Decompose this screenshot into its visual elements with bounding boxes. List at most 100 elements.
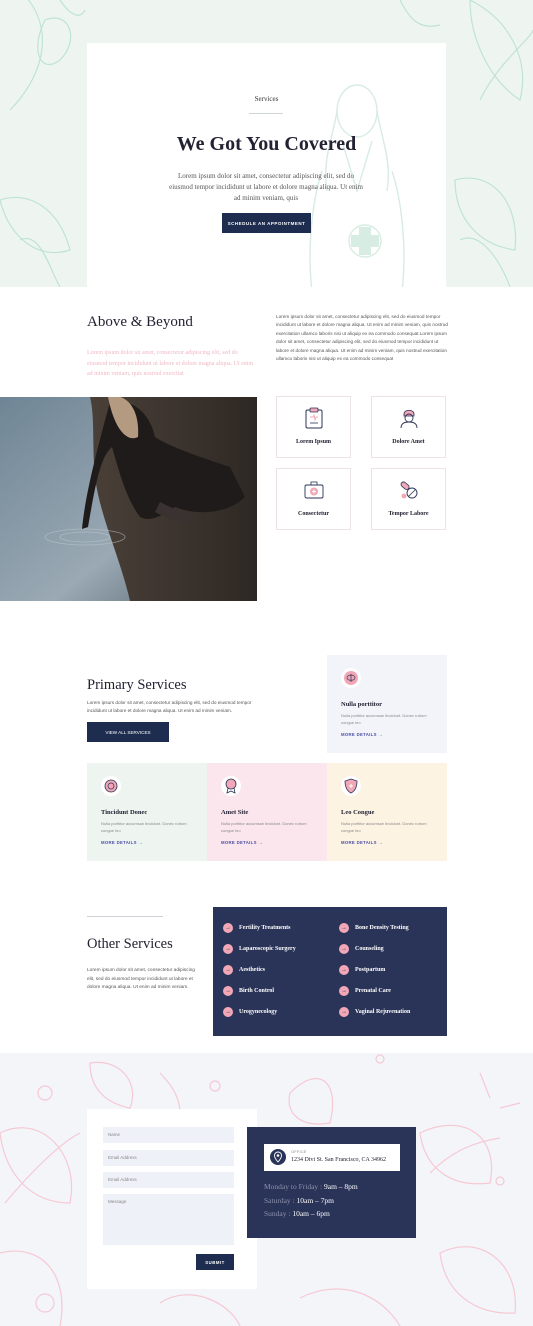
hours-time: 10am – 7pm <box>296 1196 335 1205</box>
service-item-label: Birth Control <box>239 988 275 994</box>
feature-tempor-labore[interactable]: Tempor Labore <box>371 468 446 530</box>
other-services-list: → Fertility Treatments → Laparoscopic Surg… <box>213 907 447 1036</box>
other-services-title: Other Services <box>87 936 173 952</box>
contact-form: Name Email Address Email Address Message… <box>87 1109 257 1289</box>
feature-dolore-amet[interactable]: Dolore Amet <box>371 396 446 458</box>
service-item-label: Postpartum <box>355 967 386 973</box>
arrow-right-icon: → <box>223 1007 233 1017</box>
hero-card: Services We Got You Covered Lorem ipsum … <box>87 43 446 287</box>
above-beyond-body: Lorem ipsum dolor sit amet, consectetur … <box>276 314 448 362</box>
service-item[interactable]: → Vaginal Rejuvenation <box>339 1006 410 1018</box>
hours-time: 10am – 6pm <box>292 1209 330 1218</box>
service-card-tincidunt-donec[interactable]: Tincidunt Donec Nulla porttitor accumsan… <box>87 763 207 861</box>
service-item[interactable]: → Counseling <box>339 943 384 955</box>
hours-day: Saturday <box>264 1196 291 1205</box>
more-details-link[interactable]: MORE DETAILS → <box>341 840 383 845</box>
feature-label: Lorem Ipsum <box>295 439 332 445</box>
hours-saturday: Saturday : 10am – 7pm <box>264 1196 335 1205</box>
hero-text: Lorem ipsum dolor sit amet, consectetur … <box>169 172 363 202</box>
service-item-label: Counseling <box>355 946 384 952</box>
submit-button[interactable]: SUBMIT <box>196 1254 234 1270</box>
service-card-nulla-porttitor[interactable]: Nulla porttitor Nulla porttitor accumsan… <box>327 655 447 753</box>
hero-eyebrow: Services <box>254 95 279 103</box>
service-text: Nulla porttitor accumsan tincidunt. Done… <box>221 821 307 833</box>
service-item-label: Vaginal Rejuvenation <box>355 1009 411 1015</box>
address-card: OFFICE 1234 Divi St. San Francisco, CA 3… <box>264 1144 400 1171</box>
service-title: Tincidunt Donec <box>101 809 148 816</box>
hero-divider <box>249 113 283 114</box>
address-label: OFFICE <box>291 1150 307 1154</box>
service-item-label: Laparoscopic Surgery <box>239 946 296 952</box>
arrow-right-icon: → <box>223 923 233 933</box>
arrow-right-icon: → <box>339 965 349 975</box>
service-title: Nulla porttitor <box>341 701 382 708</box>
arrow-right-icon: → <box>223 944 233 954</box>
hours-day: Monday to Friday <box>264 1182 319 1191</box>
above-beyond-intro: Lorem ipsum dolor sit amet, consectetur … <box>87 350 254 377</box>
location-pin-icon <box>270 1149 286 1165</box>
more-details-link[interactable]: MORE DETAILS → <box>101 840 143 845</box>
service-item[interactable]: → Bone Density Testing <box>339 922 409 934</box>
more-details-link[interactable]: MORE DETAILS → <box>221 840 263 845</box>
service-card-amet-site[interactable]: Amet Site Nulla porttitor accumsan tinci… <box>207 763 327 861</box>
hours-day: Sunday <box>264 1209 287 1218</box>
schedule-appointment-button[interactable]: SCHEDULE AN APPOINTMENT <box>222 213 311 233</box>
service-text: Nulla porttitor accumsan tincidunt. Done… <box>341 713 427 725</box>
name-field[interactable]: Name <box>103 1127 234 1143</box>
service-item-label: Prenatal Care <box>355 988 391 994</box>
other-services-rule <box>87 916 163 917</box>
service-item-label: Bone Density Testing <box>355 925 409 931</box>
service-item[interactable]: → Birth Control <box>223 985 274 997</box>
nurse-icon <box>400 409 418 429</box>
clipboard-icon <box>305 407 323 429</box>
service-title: Leo Congue <box>341 809 375 816</box>
service-item[interactable]: → Laparoscopic Surgery <box>223 943 296 955</box>
hours-time: 9am – 8pm <box>324 1182 358 1191</box>
woman-by-water-image <box>0 397 257 601</box>
service-card-leo-congue[interactable]: Leo Congue Nulla porttitor accumsan tinc… <box>327 763 447 861</box>
arrow-right-icon: → <box>339 923 349 933</box>
hours-weekday: Monday to Friday : 9am – 8pm <box>264 1182 358 1191</box>
arrow-right-icon: → <box>339 1007 349 1017</box>
arrow-right-icon: → <box>223 965 233 975</box>
hours-sunday: Sunday : 10am – 6pm <box>264 1209 330 1218</box>
message-field[interactable]: Message <box>103 1194 234 1245</box>
service-item-label: Fertility Treatments <box>239 925 291 931</box>
pills-icon <box>400 481 418 499</box>
email-field-secondary[interactable]: Email Address <box>103 1172 234 1188</box>
brain-icon <box>341 668 361 688</box>
shield-icon <box>341 776 361 796</box>
feature-consectetur[interactable]: Consectetur <box>276 468 351 530</box>
address-value: 1234 Divi St. San Francisco, CA 34962 <box>291 1157 387 1163</box>
feature-label: Consectetur <box>298 511 329 517</box>
arrow-right-icon: → <box>339 944 349 954</box>
service-item[interactable]: → Aesthetics <box>223 964 265 976</box>
feature-label: Tempor Labore <box>388 511 429 517</box>
feature-label: Dolore Amet <box>392 439 425 445</box>
service-item[interactable]: → Fertility Treatments <box>223 922 290 934</box>
contact-info-panel: OFFICE 1234 Divi St. San Francisco, CA 3… <box>247 1127 416 1238</box>
hero-title: We Got You Covered <box>176 133 357 155</box>
view-all-services-button[interactable]: VIEW ALL SERVICES <box>87 722 169 742</box>
award-icon <box>221 776 241 796</box>
email-field[interactable]: Email Address <box>103 1150 234 1166</box>
hero-section: Services We Got You Covered Lorem ipsum … <box>0 0 533 287</box>
more-details-link[interactable]: MORE DETAILS → <box>341 732 383 737</box>
arrow-right-icon: → <box>339 986 349 996</box>
service-text: Nulla porttitor accumsan tincidunt. Done… <box>341 821 427 833</box>
service-title: Amet Site <box>221 809 249 816</box>
service-item[interactable]: → Urogynecology <box>223 1006 277 1018</box>
above-beyond-title: Above & Beyond <box>87 314 193 330</box>
service-item[interactable]: → Postpartum <box>339 964 385 976</box>
service-item-label: Urogynecology <box>239 1009 278 1015</box>
service-item[interactable]: → Prenatal Care <box>339 985 391 997</box>
feature-lorem-ipsum[interactable]: Lorem Ipsum <box>276 396 351 458</box>
other-services-text: Lorem ipsum dolor sit amet, consectetur … <box>87 968 195 991</box>
service-text: Nulla porttitor accumsan tincidunt. Done… <box>101 821 187 833</box>
arrow-right-icon: → <box>223 986 233 996</box>
service-item-label: Aesthetics <box>239 967 265 973</box>
primary-services-title: Primary Services <box>87 677 187 693</box>
medkit-icon <box>304 481 324 499</box>
primary-services-text: Lorem ipsum dolor sit amet, consectetur … <box>87 700 252 713</box>
circle-badge-icon <box>101 776 121 796</box>
